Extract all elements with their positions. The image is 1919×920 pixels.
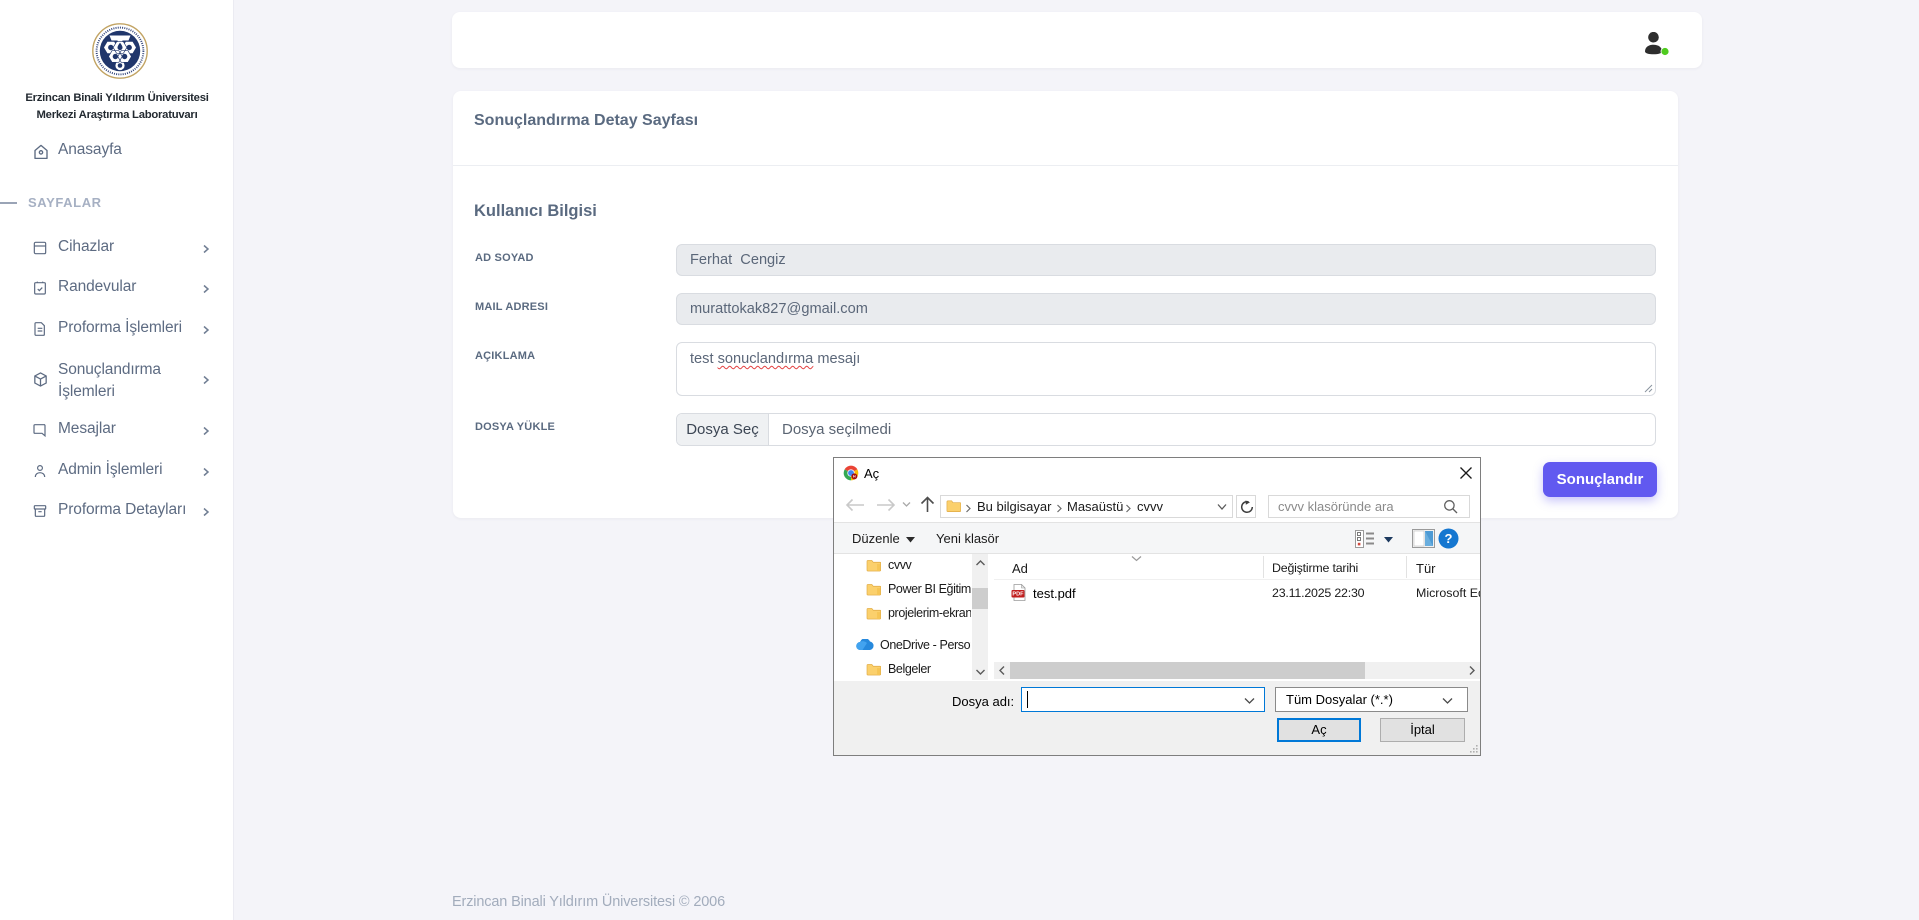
svg-text:?: ?: [1445, 531, 1453, 546]
svg-text:PDF: PDF: [1012, 592, 1024, 598]
svg-text:H: H: [853, 475, 856, 479]
